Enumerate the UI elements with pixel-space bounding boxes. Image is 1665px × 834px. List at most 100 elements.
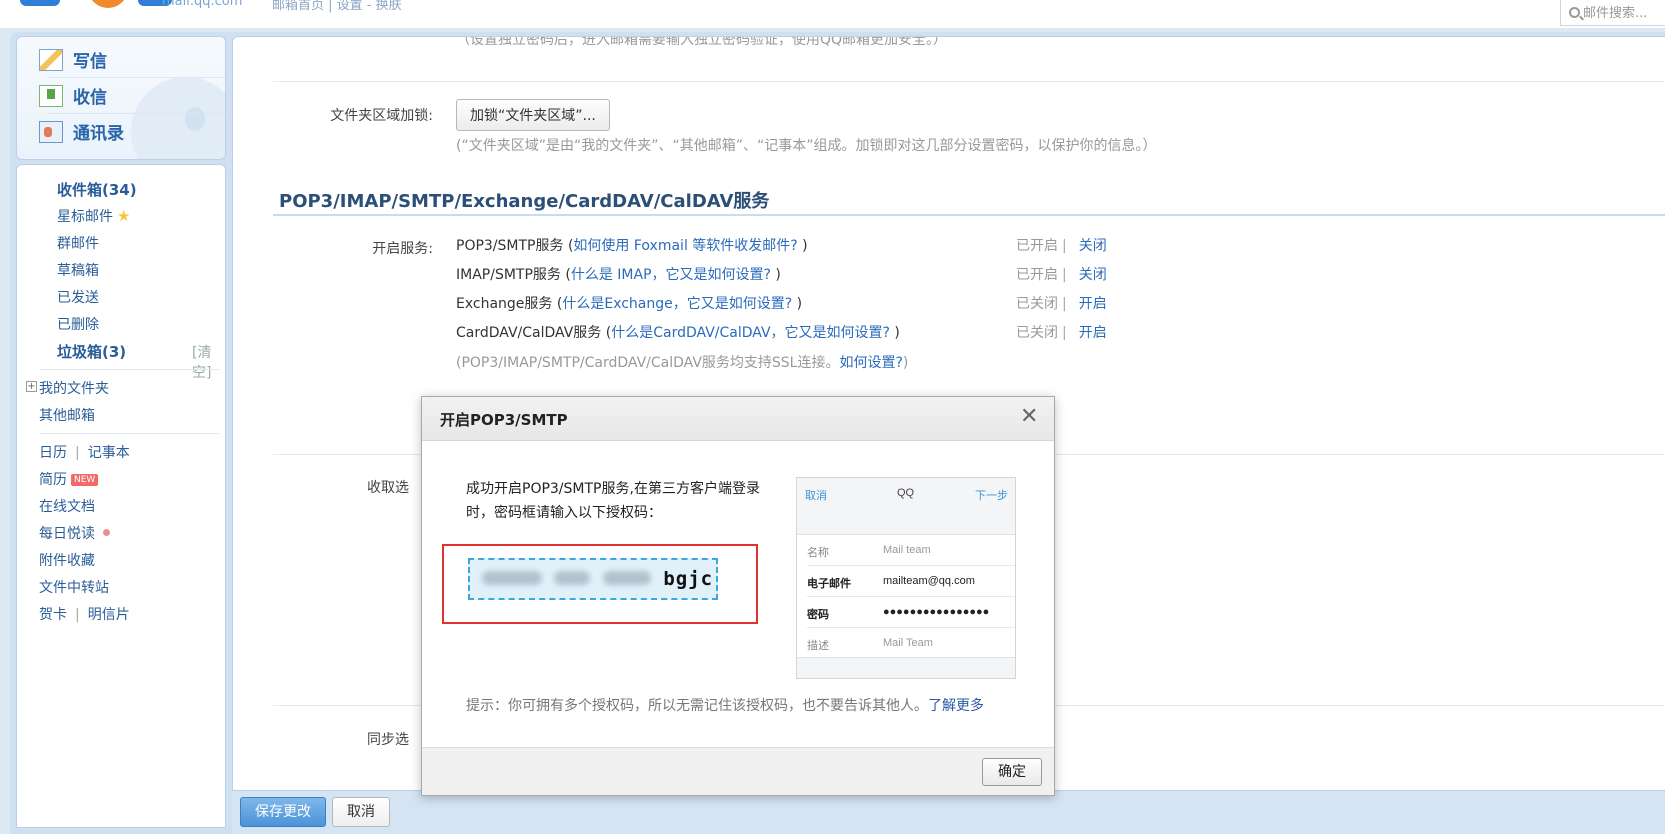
service-exchange: Exchange服务 (什么是Exchange，它又是如何设置? ) <box>456 296 803 312</box>
carddav-state: 已关闭 | 开启 <box>1016 325 1107 341</box>
auth-code-box[interactable]: bgjc <box>468 558 718 600</box>
phone-row-key: 密码 <box>807 609 829 621</box>
phone-row-value: Mail team <box>883 544 931 556</box>
sidebar-item-inbox[interactable]: 收件箱(34) <box>57 179 137 200</box>
carddav-toggle-link[interactable]: 开启 <box>1079 325 1107 341</box>
cards-link[interactable]: 贺卡 <box>39 607 67 623</box>
sidebar-item-transfer[interactable]: 文件中转站 <box>39 577 109 597</box>
dialog-title: 开启POP3/SMTP <box>440 411 568 429</box>
services-label: 开启服务: <box>372 241 433 257</box>
settings-footer: 保存更改 取消 <box>232 790 1665 834</box>
cancel-button[interactable]: 取消 <box>332 797 390 827</box>
carddav-help-link[interactable]: 什么是CardDAV/CalDAV，它又是如何设置? <box>611 325 890 341</box>
folder-lock-note: (“文件夹区域”是由“我的文件夹”、“其他邮箱”、“记事本”组成。加锁即对这几部… <box>456 138 1157 154</box>
top-header: mail.qq.com 邮箱首页 | 设置 - 换肤 邮件搜索... <box>0 0 1665 28</box>
exchange-state: 已关闭 | 开启 <box>1016 296 1107 312</box>
phone-next-label: 下一步 <box>975 490 1008 502</box>
redacted-code-part <box>554 571 591 585</box>
dialog-description: 成功开启POP3/SMTP服务,在第三方客户端登录时，密码框请输入以下授权码： <box>466 481 760 521</box>
write-icon <box>39 48 63 71</box>
search-icon <box>1569 7 1580 18</box>
logo-domain: mail.qq.com <box>162 0 243 9</box>
notes-link[interactable]: 记事本 <box>88 445 130 461</box>
redacted-code-part <box>482 571 542 585</box>
confirm-button[interactable]: 确定 <box>982 758 1042 786</box>
dialog-header: 开启POP3/SMTP ✕ <box>422 397 1054 441</box>
phone-row-key: 名称 <box>807 547 829 559</box>
pop3-state: 已开启 | 关闭 <box>1016 238 1107 254</box>
service-imap-smtp: IMAP/SMTP服务 (什么是 IMAP，它又是如何设置? ) <box>456 267 781 283</box>
service-carddav-caldav: CardDAV/CalDAV服务 (什么是CardDAV/CalDAV，它又是如… <box>456 325 900 341</box>
sidebar-item-cards: 贺卡 | 明信片 <box>39 607 130 623</box>
clear-spam-link[interactable]: [清空] <box>192 342 225 382</box>
inbox-download-icon <box>39 84 63 107</box>
phone-cancel-label: 取消 <box>805 490 827 502</box>
phone-row-key: 描述 <box>807 640 829 652</box>
sidebar-item-sent[interactable]: 已发送 <box>57 287 99 307</box>
auth-code-visible: bgjc <box>663 568 714 590</box>
sidebar-item-other-mail[interactable]: 其他邮箱 <box>39 405 95 425</box>
receive-label: 收信 <box>73 88 107 108</box>
unread-dot-icon <box>103 529 110 536</box>
imap-toggle-link[interactable]: 关闭 <box>1079 267 1107 283</box>
sidebar-folder-list: 收件箱(34) 星标邮件 ★ 群邮件 草稿箱 已发送 已删除 垃圾箱(3) [清空… <box>16 164 226 828</box>
phone-row-value: ●●●●●●●●●●●●●●●● <box>883 606 990 618</box>
independent-password-note: （设置独立密码后，进入邮箱需要输入独立密码验证，使用QQ邮箱更加安全。） <box>456 36 948 48</box>
qq-mail-logo[interactable] <box>20 0 180 10</box>
client-setup-illustration: 取消 QQ 下一步 名称 Mail team 电子邮件 mailteam@qq.co… <box>796 477 1016 679</box>
close-icon[interactable]: ✕ <box>1020 405 1038 429</box>
sidebar-item-resume[interactable]: 简历 NEW <box>39 469 99 489</box>
phone-row-key: 电子邮件 <box>807 578 851 590</box>
imap-help-link[interactable]: 什么是 IMAP，它又是如何设置? <box>571 267 771 283</box>
postcards-link[interactable]: 明信片 <box>88 607 130 623</box>
phone-row-value: Mail Team <box>883 637 933 649</box>
learn-more-link[interactable]: 了解更多 <box>928 698 984 714</box>
sidebar-item-calendar-notes: 日历 | 记事本 <box>39 445 130 461</box>
compose-label: 写信 <box>73 52 107 72</box>
daily-label: 每日悦读 <box>39 526 95 542</box>
penguin-watermark-icon <box>131 77 225 159</box>
calendar-link[interactable]: 日历 <box>39 445 67 461</box>
pop3-toggle-link[interactable]: 关闭 <box>1079 238 1107 254</box>
exchange-help-link[interactable]: 什么是Exchange，它又是如何设置? <box>562 296 792 312</box>
expand-plus-icon[interactable]: + <box>26 381 37 392</box>
resume-label: 简历 <box>39 472 67 488</box>
contacts-label: 通讯录 <box>73 124 124 144</box>
save-changes-button[interactable]: 保存更改 <box>240 797 326 827</box>
contacts-button[interactable]: 通讯录 <box>39 119 124 144</box>
compose-button[interactable]: 写信 <box>39 47 107 72</box>
sidebar-item-spam[interactable]: 垃圾箱(3) <box>57 341 126 362</box>
phone-row-value: mailteam@qq.com <box>883 575 975 587</box>
starred-label: 星标邮件 <box>57 209 113 225</box>
folder-lock-label: 文件夹区域加锁: <box>330 108 433 124</box>
exchange-toggle-link[interactable]: 开启 <box>1079 296 1107 312</box>
dialog-footer: 确定 <box>422 747 1054 795</box>
sidebar-item-docs[interactable]: 在线文档 <box>39 496 95 516</box>
ssl-note: (POP3/IMAP/SMTP/CardDAV/CalDAV服务均支持SSL连接… <box>456 355 909 371</box>
top-links[interactable]: 邮箱首页 | 设置 - 换肤 <box>272 0 402 13</box>
service-pop3-smtp: POP3/SMTP服务 (如何使用 Foxmail 等软件收发邮件? ) <box>456 238 808 254</box>
star-icon: ★ <box>117 207 131 225</box>
auth-code-highlight: bgjc <box>442 544 758 624</box>
section-title: POP3/IMAP/SMTP/Exchange/CardDAV/CalDAV服务 <box>279 191 770 212</box>
sidebar-item-group[interactable]: 群邮件 <box>57 233 99 253</box>
mail-search-input[interactable]: 邮件搜索... <box>1560 0 1665 26</box>
sidebar-item-daily[interactable]: 每日悦读 <box>39 523 110 543</box>
ssl-howto-link[interactable]: 如何设置? <box>839 355 902 371</box>
lock-folder-area-button[interactable]: 加锁“文件夹区域”... <box>456 99 610 131</box>
pop3-help-link[interactable]: 如何使用 Foxmail 等软件收发邮件? <box>573 238 797 254</box>
sidebar-item-drafts[interactable]: 草稿箱 <box>57 260 99 280</box>
imap-state: 已开启 | 关闭 <box>1016 267 1107 283</box>
phone-title: QQ <box>897 487 915 499</box>
sidebar-item-starred[interactable]: 星标邮件 ★ <box>57 206 130 226</box>
enable-pop3-smtp-dialog: 开启POP3/SMTP ✕ 成功开启POP3/SMTP服务,在第三方客户端登录时… <box>421 396 1055 796</box>
contacts-icon <box>39 120 63 143</box>
receive-button[interactable]: 收信 <box>39 83 107 108</box>
receive-options-label: 收取选 <box>367 480 409 496</box>
search-placeholder: 邮件搜索... <box>1583 6 1648 21</box>
sidebar-item-deleted[interactable]: 已删除 <box>57 314 99 334</box>
dialog-tip: 提示：你可拥有多个授权码，所以无需记住该授权码，也不要告诉其他人。了解更多 <box>466 698 984 714</box>
sidebar-item-attachments[interactable]: 附件收藏 <box>39 550 95 570</box>
new-badge: NEW <box>71 474 99 486</box>
sidebar-item-my-folders[interactable]: 我的文件夹 <box>39 378 109 398</box>
